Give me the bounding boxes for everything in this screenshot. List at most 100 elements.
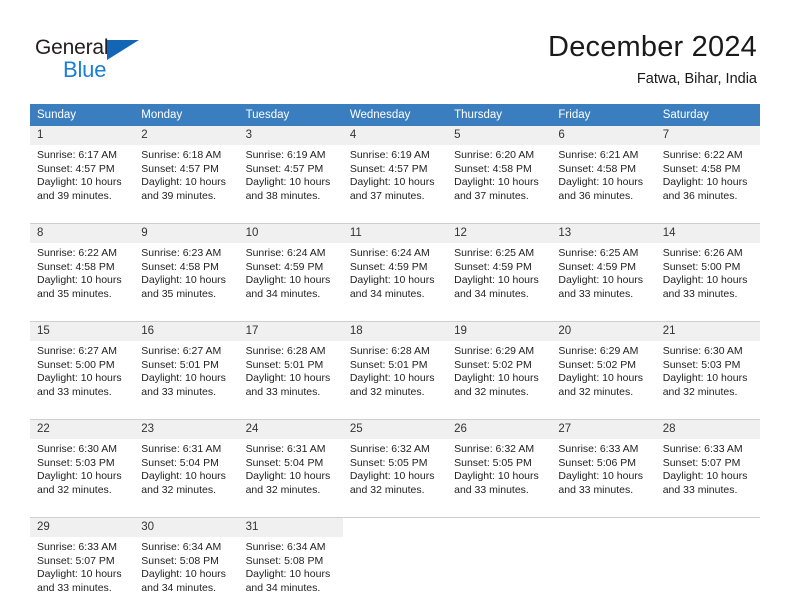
sunset-text: Sunset: 4:59 PM — [349, 260, 428, 273]
daylight-text-line2: and 33 minutes. — [558, 483, 634, 496]
calendar-day-cell[interactable]: 10 Sunrise: 6:24 AM Sunset: 4:59 PM Dayligh… — [238, 223, 343, 315]
calendar-day-cell[interactable]: 13 Sunrise: 6:25 AM Sunset: 4:59 PM Dayligh… — [551, 223, 656, 315]
sunrise-text: Sunrise: 6:31 AM — [141, 443, 222, 455]
calendar-day-cell[interactable]: 29 Sunrise: 6:33 AM Sunset: 5:07 PM Dayligh… — [30, 517, 135, 609]
page-header: General Blue December 2024 Fatwa, Bihar,… — [0, 0, 792, 100]
calendar-day-cell[interactable]: 26 Sunrise: 6:32 AM Sunset: 5:05 PM Dayligh… — [447, 419, 552, 511]
daylight-text-line1: Daylight: 10 hours — [558, 274, 644, 287]
sunset-text: Sunset: 5:02 PM — [558, 358, 637, 371]
daylight-text-line1: Daylight: 10 hours — [558, 372, 644, 385]
day-number: 23 — [134, 420, 239, 439]
calendar-day-cell[interactable]: 7 Sunrise: 6:22 AM Sunset: 4:58 PM Daylight… — [655, 126, 760, 217]
calendar-day-cell[interactable]: 1 Sunrise: 6:17 AM Sunset: 4:57 PM Daylight… — [30, 126, 135, 217]
weekday-header-wednesday: Wednesday — [342, 104, 448, 126]
calendar-day-cell[interactable]: 25 Sunrise: 6:32 AM Sunset: 5:05 PM Dayligh… — [342, 419, 448, 511]
calendar-day-cell[interactable]: 2 Sunrise: 6:18 AM Sunset: 4:57 PM Daylight… — [134, 126, 239, 217]
daylight-text-line2: and 32 minutes. — [141, 483, 216, 496]
calendar-day-cell[interactable]: 19 Sunrise: 6:29 AM Sunset: 5:02 PM Dayligh… — [447, 321, 552, 413]
day-details: Sunrise: 6:34 AM Sunset: 5:08 PM Daylight:… — [134, 537, 238, 609]
calendar-day-cell-empty — [342, 517, 448, 609]
daylight-text-line2: and 33 minutes. — [37, 385, 112, 398]
day-number: 14 — [655, 224, 760, 243]
sunrise-text: Sunrise: 6:19 AM — [349, 149, 430, 161]
sunrise-text: Sunrise: 6:24 AM — [349, 247, 430, 259]
daylight-text-line1: Daylight: 10 hours — [349, 274, 435, 287]
page-title: December 2024 — [548, 31, 757, 63]
day-details: Sunrise: 6:25 AM Sunset: 4:59 PM Daylight:… — [447, 243, 551, 315]
sunset-text: Sunset: 5:03 PM — [37, 456, 115, 469]
daylight-text-line2: and 35 minutes. — [37, 287, 112, 300]
sunrise-text: Sunrise: 6:32 AM — [454, 443, 535, 455]
daylight-text-line2: and 32 minutes. — [349, 385, 425, 398]
calendar-day-cell[interactable]: 12 Sunrise: 6:25 AM Sunset: 4:59 PM Dayligh… — [447, 223, 552, 315]
sunset-text: Sunset: 5:01 PM — [245, 358, 324, 371]
sunset-text: Sunset: 5:05 PM — [349, 456, 428, 469]
daylight-text-line2: and 38 minutes. — [245, 189, 321, 202]
daylight-text-line1: Daylight: 10 hours — [245, 568, 331, 581]
calendar-day-cell[interactable]: 15 Sunrise: 6:27 AM Sunset: 5:00 PM Dayligh… — [30, 321, 135, 413]
sunrise-text: Sunrise: 6:34 AM — [141, 541, 222, 553]
calendar-day-cell[interactable]: 6 Sunrise: 6:21 AM Sunset: 4:58 PM Daylight… — [551, 126, 656, 217]
day-details: Sunrise: 6:22 AM Sunset: 4:58 PM Daylight:… — [656, 145, 760, 217]
sunrise-text: Sunrise: 6:26 AM — [662, 247, 743, 259]
calendar-day-cell[interactable]: 16 Sunrise: 6:27 AM Sunset: 5:01 PM Dayligh… — [134, 321, 239, 413]
logo-triangle-icon — [107, 40, 139, 60]
sunrise-text: Sunrise: 6:25 AM — [558, 247, 639, 259]
sunset-text: Sunset: 5:00 PM — [37, 358, 115, 371]
calendar-day-cell[interactable]: 22 Sunrise: 6:30 AM Sunset: 5:03 PM Dayligh… — [30, 419, 135, 511]
daylight-text-line2: and 33 minutes. — [662, 483, 738, 496]
daylight-text-line2: and 37 minutes. — [349, 189, 425, 202]
calendar-week-row: 29 Sunrise: 6:33 AM Sunset: 5:07 PM Dayligh… — [30, 517, 760, 609]
calendar-day-cell[interactable]: 9 Sunrise: 6:23 AM Sunset: 4:58 PM Daylight… — [134, 223, 239, 315]
weekday-header-monday: Monday — [134, 104, 239, 126]
daylight-text-line1: Daylight: 10 hours — [141, 470, 226, 483]
sunset-text: Sunset: 5:00 PM — [662, 260, 741, 273]
day-number — [343, 518, 447, 537]
calendar-day-cell[interactable]: 4 Sunrise: 6:19 AM Sunset: 4:57 PM Daylight… — [342, 126, 448, 217]
day-details: Sunrise: 6:24 AM Sunset: 4:59 PM Daylight:… — [343, 243, 447, 315]
calendar-page: General Blue December 2024 Fatwa, Bihar,… — [0, 0, 792, 612]
calendar-day-cell[interactable]: 31 Sunrise: 6:34 AM Sunset: 5:08 PM Dayligh… — [238, 517, 343, 609]
day-details: Sunrise: 6:24 AM Sunset: 4:59 PM Daylight:… — [239, 243, 343, 315]
day-details: Sunrise: 6:29 AM Sunset: 5:02 PM Daylight:… — [551, 341, 655, 413]
day-number: 26 — [447, 420, 552, 439]
daylight-text-line2: and 34 minutes. — [245, 287, 321, 300]
day-details: Sunrise: 6:19 AM Sunset: 4:57 PM Daylight:… — [343, 145, 447, 217]
calendar-day-cell-empty — [551, 517, 656, 609]
weekday-header-saturday: Saturday — [655, 104, 760, 126]
calendar-day-cell[interactable]: 30 Sunrise: 6:34 AM Sunset: 5:08 PM Dayligh… — [134, 517, 239, 609]
calendar-day-cell[interactable]: 18 Sunrise: 6:28 AM Sunset: 5:01 PM Dayligh… — [342, 321, 448, 413]
calendar-day-cell[interactable]: 21 Sunrise: 6:30 AM Sunset: 5:03 PM Dayligh… — [655, 321, 760, 413]
calendar-day-cell[interactable]: 23 Sunrise: 6:31 AM Sunset: 5:04 PM Dayligh… — [134, 419, 239, 511]
daylight-text-line2: and 34 minutes. — [245, 581, 321, 594]
sunrise-text: Sunrise: 6:33 AM — [37, 541, 117, 553]
day-number: 24 — [238, 420, 343, 439]
day-number: 9 — [134, 224, 239, 243]
calendar-day-cell[interactable]: 28 Sunrise: 6:33 AM Sunset: 5:07 PM Dayligh… — [655, 419, 760, 511]
daylight-text-line2: and 33 minutes. — [662, 287, 738, 300]
calendar-day-cell[interactable]: 11 Sunrise: 6:24 AM Sunset: 4:59 PM Dayligh… — [342, 223, 448, 315]
calendar-day-cell[interactable]: 20 Sunrise: 6:29 AM Sunset: 5:02 PM Dayligh… — [551, 321, 656, 413]
logo-text-blue: Blue — [63, 57, 107, 82]
calendar-day-cell[interactable]: 3 Sunrise: 6:19 AM Sunset: 4:57 PM Daylight… — [238, 126, 343, 217]
day-details: Sunrise: 6:31 AM Sunset: 5:04 PM Daylight:… — [239, 439, 343, 511]
sunrise-text: Sunrise: 6:34 AM — [245, 541, 326, 553]
day-number: 19 — [447, 322, 552, 341]
sunrise-text: Sunrise: 6:25 AM — [454, 247, 535, 259]
calendar-day-cell[interactable]: 27 Sunrise: 6:33 AM Sunset: 5:06 PM Dayligh… — [551, 419, 656, 511]
daylight-text-line2: and 32 minutes. — [662, 385, 738, 398]
day-details: Sunrise: 6:22 AM Sunset: 4:58 PM Daylight:… — [30, 243, 134, 315]
day-details: Sunrise: 6:30 AM Sunset: 5:03 PM Daylight:… — [30, 439, 134, 511]
daylight-text-line2: and 33 minutes. — [245, 385, 321, 398]
calendar-day-cell[interactable]: 24 Sunrise: 6:31 AM Sunset: 5:04 PM Dayligh… — [238, 419, 343, 511]
calendar-day-cell[interactable]: 8 Sunrise: 6:22 AM Sunset: 4:58 PM Daylight… — [30, 223, 135, 315]
day-number — [447, 518, 551, 537]
day-number: 21 — [655, 322, 760, 341]
daylight-text-line2: and 32 minutes. — [245, 483, 321, 496]
calendar-day-cell[interactable]: 5 Sunrise: 6:20 AM Sunset: 4:58 PM Daylight… — [447, 126, 552, 217]
day-details: Sunrise: 6:28 AM Sunset: 5:01 PM Daylight:… — [239, 341, 343, 413]
day-details — [447, 537, 551, 609]
calendar-day-cell[interactable]: 17 Sunrise: 6:28 AM Sunset: 5:01 PM Dayligh… — [238, 321, 343, 413]
day-details: Sunrise: 6:25 AM Sunset: 4:59 PM Daylight:… — [551, 243, 655, 315]
calendar-day-cell[interactable]: 14 Sunrise: 6:26 AM Sunset: 5:00 PM Dayligh… — [655, 223, 760, 315]
